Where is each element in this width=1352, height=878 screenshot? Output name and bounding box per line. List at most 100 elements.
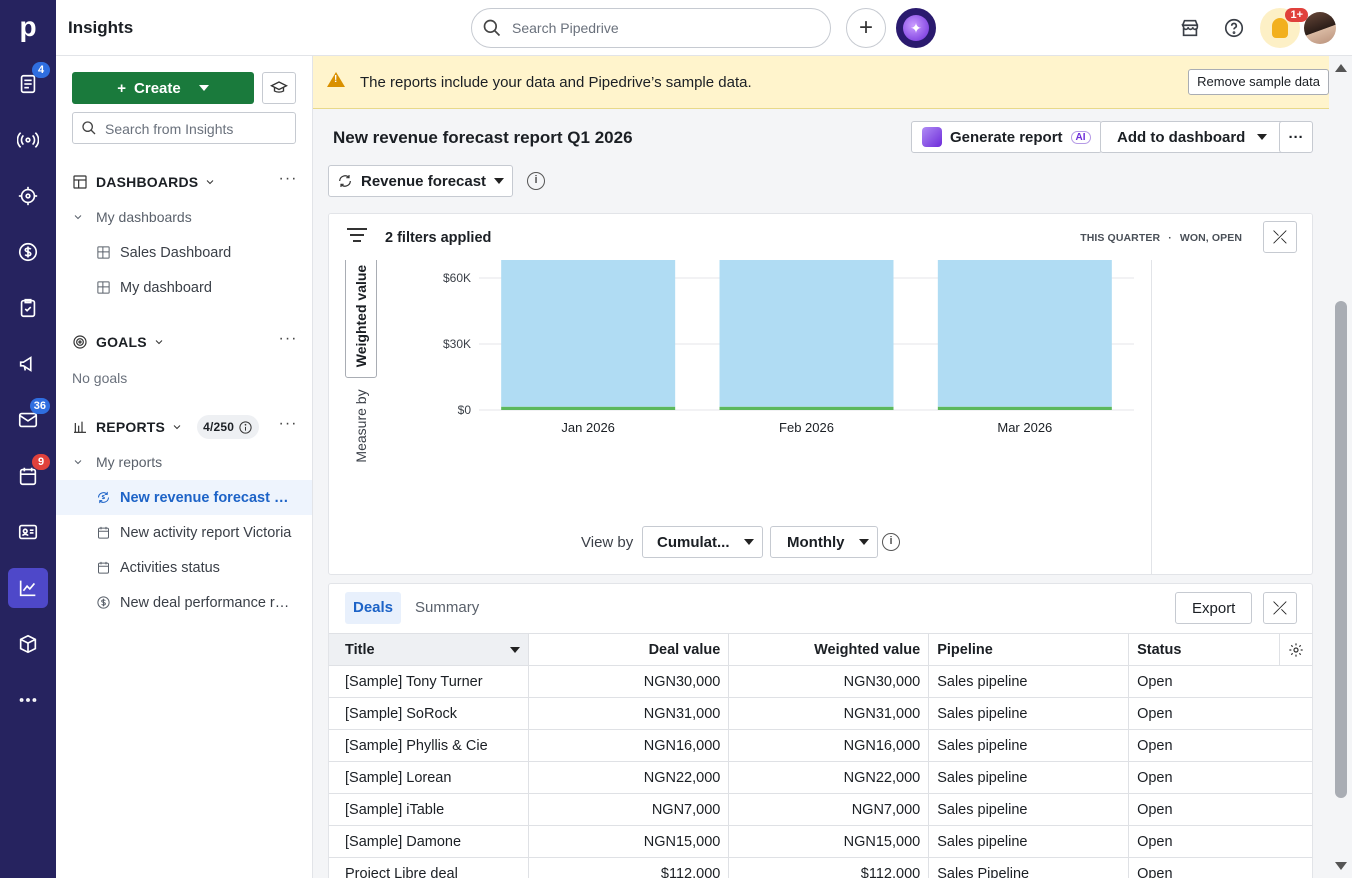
dashboards-more-icon[interactable]: ··· xyxy=(278,171,298,192)
sort-caret-icon[interactable] xyxy=(510,646,521,653)
tab-deals[interactable]: Deals xyxy=(345,592,402,624)
goals-section-toggle[interactable]: GOALS xyxy=(72,330,165,354)
table-row[interactable]: [Sample] Tony Turner NGN30,000 NGN30,000… xyxy=(329,665,1312,698)
report-type-select[interactable]: Revenue forecast xyxy=(328,165,514,197)
export-button[interactable]: Export xyxy=(1175,592,1253,624)
page-scrollbar[interactable] xyxy=(1329,56,1352,878)
column-header-deal-value[interactable]: Deal value xyxy=(528,633,730,666)
quick-add-button[interactable]: + xyxy=(846,8,886,48)
ai-assistant-button[interactable]: ✦ xyxy=(896,8,936,48)
legend-divider xyxy=(1151,260,1152,574)
reports-more-icon[interactable]: ··· xyxy=(278,416,298,437)
cell-title[interactable]: [Sample] Phyllis & Cie xyxy=(329,729,530,762)
sidebar-item-label: Sales Dashboard xyxy=(120,244,232,261)
cell-title[interactable]: [Sample] Damone xyxy=(329,825,530,858)
cell-deal-value: NGN30,000 xyxy=(528,665,730,698)
cell-title[interactable]: [Sample] Tony Turner xyxy=(329,665,530,698)
cell-pipeline: Sales Pipeline xyxy=(928,857,1130,878)
cell-title[interactable]: Project Libre deal xyxy=(329,857,530,878)
info-icon[interactable] xyxy=(238,420,253,435)
column-header-label: Title xyxy=(345,641,375,658)
remove-sample-data-button[interactable]: Remove sample data xyxy=(1188,69,1329,95)
pipedrive-logo[interactable]: p xyxy=(14,12,42,42)
cell-title[interactable]: [Sample] Lorean xyxy=(329,761,530,794)
column-settings-button[interactable] xyxy=(1279,634,1312,665)
search-icon xyxy=(483,19,501,37)
target-nav-icon[interactable] xyxy=(8,176,48,216)
tasks-nav-icon[interactable] xyxy=(8,288,48,328)
table-row[interactable]: [Sample] SoRock NGN31,000 NGN31,000 Sale… xyxy=(329,697,1312,730)
sidebar-item-dashboard[interactable]: Sales Dashboard xyxy=(56,235,312,270)
scroll-down-arrow-icon[interactable] xyxy=(1335,862,1347,870)
cell-pipeline: Sales pipeline xyxy=(928,793,1130,826)
campaigns-nav-icon[interactable] xyxy=(8,344,48,384)
dashboards-section-toggle[interactable]: DASHBOARDS xyxy=(72,170,216,194)
tips-lightbulb-button[interactable]: 1+ xyxy=(1260,8,1308,48)
dollar-nav-icon[interactable] xyxy=(8,232,48,272)
my-dashboards-toggle[interactable]: My dashboards xyxy=(72,209,192,225)
filters-applied-label[interactable]: 2 filters applied xyxy=(385,230,491,246)
sidebar-item-label: My dashboard xyxy=(120,279,212,296)
learn-button[interactable] xyxy=(262,72,296,104)
tab-summary[interactable]: Summary xyxy=(407,592,487,624)
user-avatar[interactable] xyxy=(1304,12,1336,44)
sidebar-item-dashboard[interactable]: My dashboard xyxy=(56,270,312,305)
column-header-title[interactable]: Title xyxy=(329,633,530,666)
no-goals-text: No goals xyxy=(72,370,128,386)
info-icon[interactable]: i xyxy=(527,172,545,190)
forecast-icon xyxy=(339,175,351,187)
scroll-up-arrow-icon[interactable] xyxy=(1335,64,1347,72)
table-row[interactable]: [Sample] Phyllis & Cie NGN16,000 NGN16,0… xyxy=(329,729,1312,762)
mail-nav-icon[interactable]: 36 xyxy=(8,398,50,440)
app-rail: p 4 36 9 xyxy=(0,0,56,878)
filter-icon[interactable] xyxy=(347,228,367,244)
interval-select[interactable]: Monthly xyxy=(770,526,878,558)
collapse-table-button[interactable]: ⤫ xyxy=(1263,592,1297,624)
sidebar-item-report[interactable]: Activities status xyxy=(56,550,312,585)
add-to-dashboard-button[interactable]: Add to dashboard xyxy=(1100,121,1285,153)
collapse-filters-button[interactable]: ⤫ xyxy=(1263,221,1297,253)
leads-nav-icon[interactable]: 4 xyxy=(8,62,50,104)
measure-by-select[interactable]: Weighted value xyxy=(345,254,377,378)
table-row[interactable]: [Sample] Lorean NGN22,000 NGN22,000 Sale… xyxy=(329,761,1312,794)
sidebar-item-report[interactable]: New revenue forecast report Q1 2026 xyxy=(56,480,312,515)
column-header-status[interactable]: Status xyxy=(1128,633,1312,666)
sidebar-item-report[interactable]: New deal performance report xyxy=(56,585,312,620)
sidebar-item-report[interactable]: New activity report Victoria xyxy=(56,515,312,550)
view-by-select[interactable]: Cumulat... xyxy=(642,526,763,558)
deals-nav-icon[interactable] xyxy=(8,120,48,160)
cell-weighted-value: $112,000 xyxy=(728,857,930,878)
marketplace-icon[interactable] xyxy=(1176,14,1204,42)
measure-value-label: Weighted value xyxy=(353,264,369,368)
scrollbar-thumb[interactable] xyxy=(1335,301,1347,798)
more-nav-icon[interactable] xyxy=(8,680,48,720)
column-header-pipeline[interactable]: Pipeline xyxy=(928,633,1130,666)
chevron-down-icon xyxy=(74,215,82,220)
table-row[interactable]: [Sample] iTable NGN7,000 NGN7,000 Sales … xyxy=(329,793,1312,826)
export-label: Export xyxy=(1192,599,1236,617)
help-icon[interactable] xyxy=(1220,14,1248,42)
page-title: Insights xyxy=(68,18,134,37)
create-button[interactable]: + Create xyxy=(72,72,254,104)
reports-section-toggle[interactable]: REPORTS 4/250 xyxy=(72,415,260,439)
goals-more-icon[interactable]: ··· xyxy=(278,331,298,352)
insights-search-input[interactable]: Search from Insights xyxy=(72,112,296,144)
table-row[interactable]: [Sample] Damone NGN15,000 NGN15,000 Sale… xyxy=(329,825,1312,858)
info-icon[interactable]: i xyxy=(882,533,900,551)
global-search-input[interactable]: Search Pipedrive xyxy=(471,8,831,48)
cell-title[interactable]: [Sample] SoRock xyxy=(329,697,530,730)
report-more-button[interactable]: ··· xyxy=(1279,121,1313,153)
search-icon xyxy=(82,121,96,135)
insights-nav-icon[interactable] xyxy=(8,568,48,608)
my-reports-toggle[interactable]: My reports xyxy=(72,454,162,470)
cell-title[interactable]: [Sample] iTable xyxy=(329,793,530,826)
generate-report-icon xyxy=(922,127,942,147)
calendar-nav-icon[interactable]: 9 xyxy=(8,454,50,496)
goals-heading: GOALS xyxy=(96,334,147,350)
table-row[interactable]: Project Libre deal $112,000 $112,000 Sal… xyxy=(329,857,1312,878)
generate-report-button[interactable]: Generate report AI xyxy=(911,121,1102,153)
column-header-weighted-value[interactable]: Weighted value xyxy=(728,633,930,666)
products-nav-icon[interactable] xyxy=(8,624,48,664)
deals-table: Title Deal value Weighted value Pipeline… xyxy=(329,633,1312,878)
contacts-nav-icon[interactable] xyxy=(8,512,48,552)
